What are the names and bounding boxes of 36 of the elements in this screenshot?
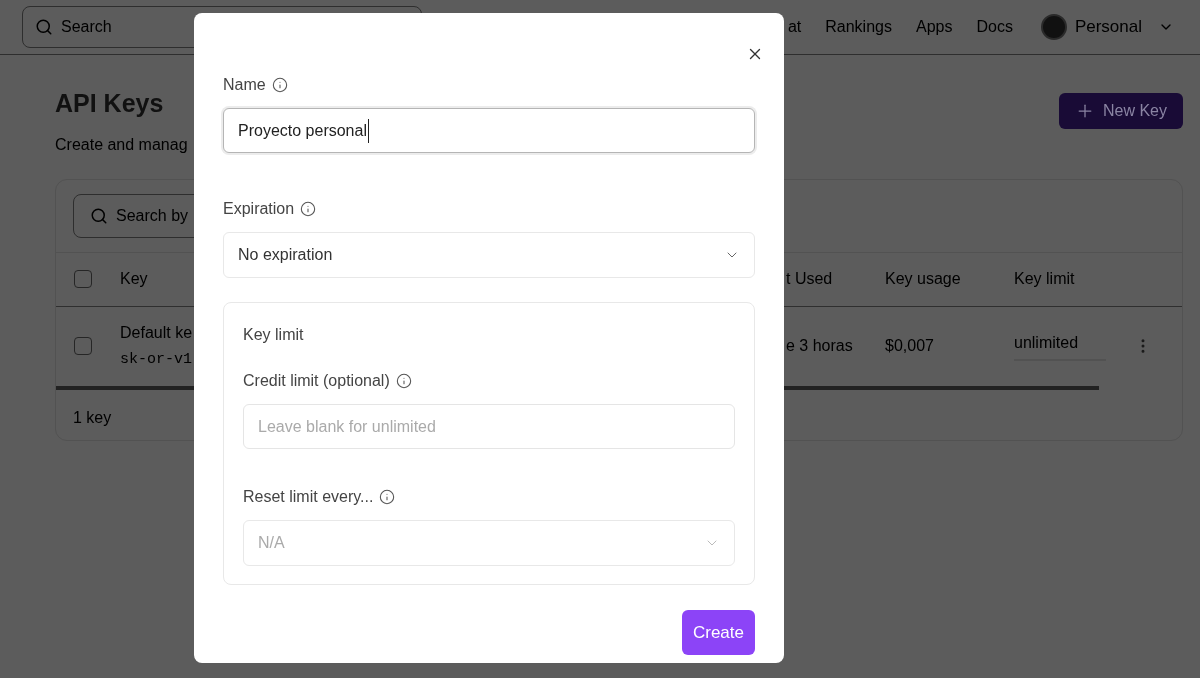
new-key-button[interactable]: New Key (1058, 93, 1183, 129)
nav-link[interactable]: Apps (915, 15, 953, 39)
avatar-icon (1040, 14, 1067, 40)
info-icon (300, 201, 317, 217)
text-field[interactable]: Leave blank for unlimited (243, 404, 735, 449)
column-header: Key usage (885, 269, 961, 289)
nav-link[interactable]: Rankings (825, 15, 892, 39)
text-field[interactable]: Proyecto personal (223, 108, 755, 153)
field-label: Credit limit (optional) (243, 371, 390, 391)
page-subtitle: Create and manag (55, 134, 188, 155)
create-button[interactable]: Create (681, 610, 755, 655)
key-count: 1 key (73, 408, 112, 426)
field-label: Reset limit every... (243, 487, 374, 507)
table-cell-text: $0,007 (885, 336, 934, 356)
page-title: API Keys (55, 88, 165, 119)
info-icon (379, 489, 396, 505)
column-header: Key limit (1014, 269, 1075, 289)
info-icon (395, 373, 412, 389)
info-icon (271, 77, 288, 93)
search-icon (90, 206, 108, 225)
key-value: sk-or-v1 (120, 349, 192, 370)
account-menu[interactable]: Personal (1040, 14, 1174, 40)
table-cell-text: e 3 horas (786, 336, 853, 356)
column-header: Key (120, 269, 148, 289)
section-title: Key limit (243, 325, 305, 345)
select-field[interactable]: No expiration (223, 232, 755, 278)
key-name: Default ke (120, 322, 193, 343)
limit-value[interactable]: unlimited (1014, 331, 1106, 361)
checkbox[interactable] (74, 337, 92, 355)
column-header: t Used (786, 269, 833, 289)
field-label: Expiration (223, 199, 295, 219)
field-label: Name (223, 75, 266, 95)
nav-link[interactable]: at (787, 15, 802, 39)
checkbox[interactable] (74, 270, 92, 288)
nav-link[interactable]: Docs (976, 15, 1013, 39)
search-icon (35, 18, 53, 36)
